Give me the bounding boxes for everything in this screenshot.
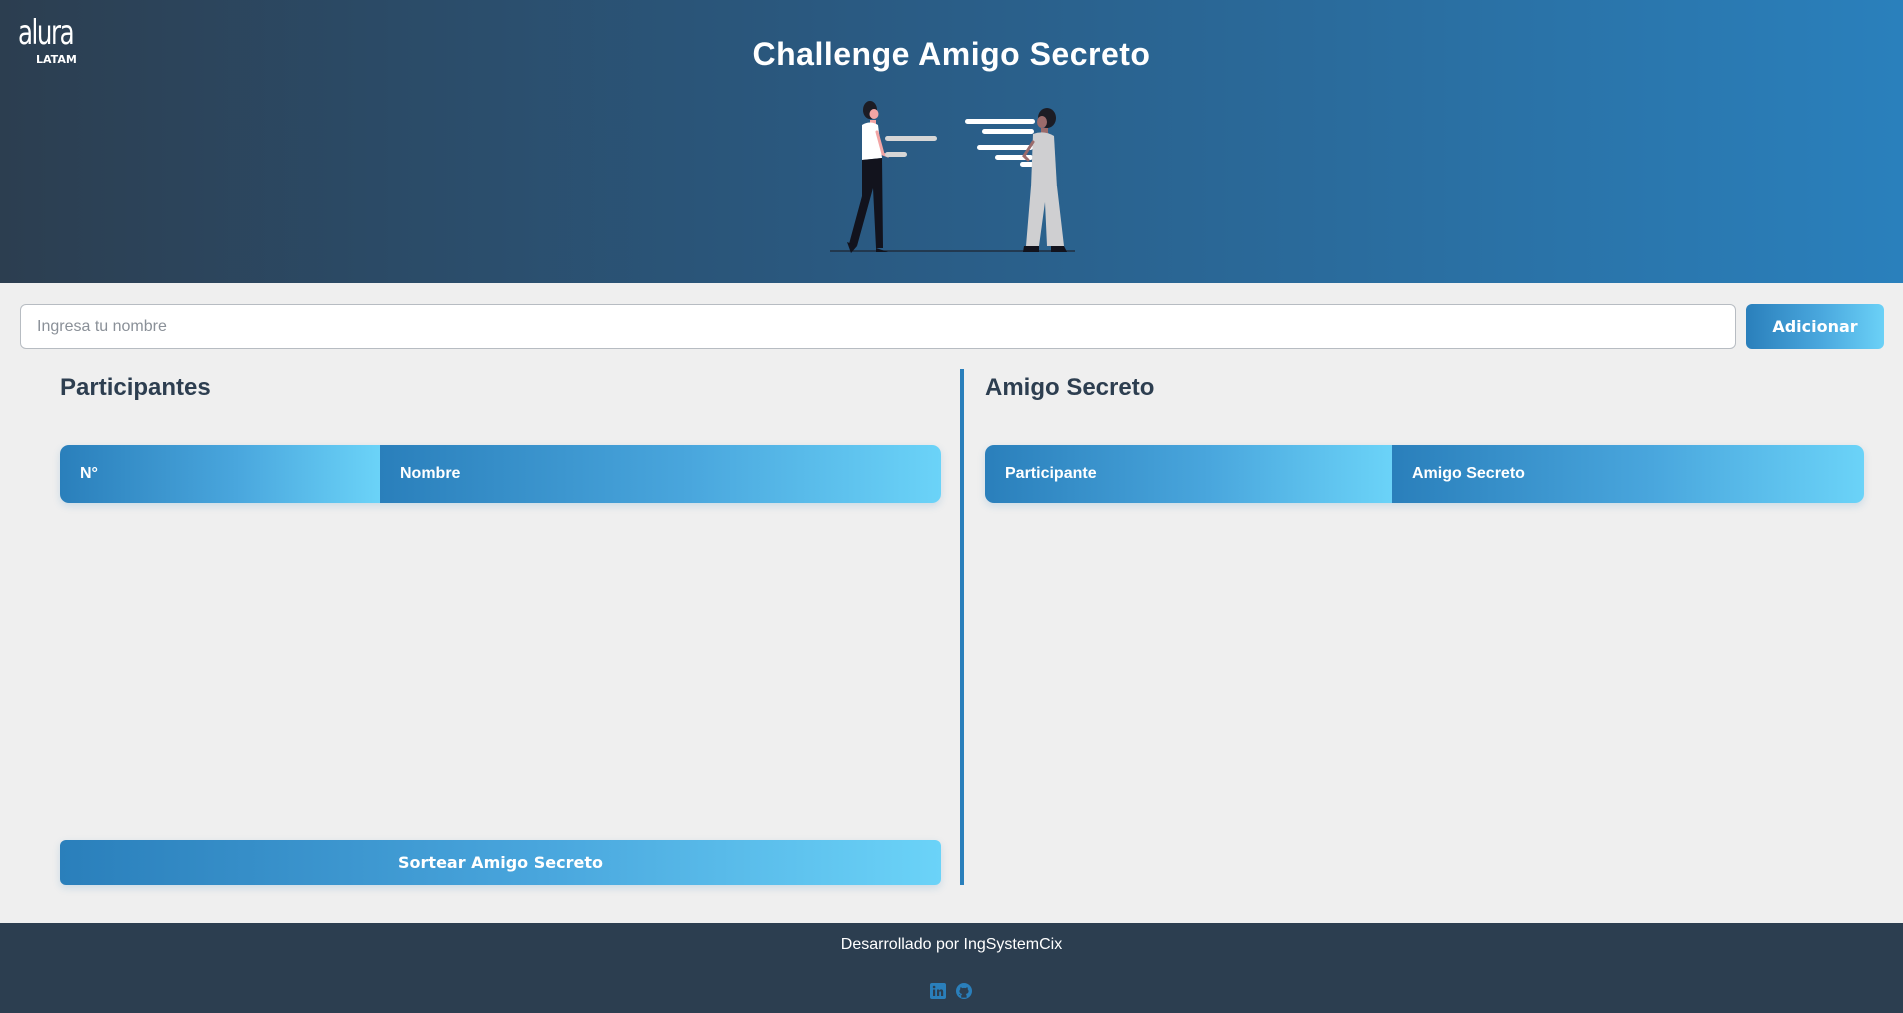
participants-table-header: N° Nombre	[60, 445, 941, 503]
linkedin-icon[interactable]	[929, 982, 947, 1000]
footer-social-links	[929, 982, 973, 1000]
add-button[interactable]: Adicionar	[1746, 304, 1884, 349]
name-input[interactable]	[20, 304, 1736, 349]
column-header-participant: Participante	[985, 445, 1392, 503]
column-header-name: Nombre	[380, 445, 941, 503]
footer-credit: Desarrollado por IngSystemCix	[840, 936, 1063, 953]
friends-illustration	[830, 101, 1075, 253]
draw-secret-friend-button[interactable]: Sortear Amigo Secreto	[60, 840, 941, 885]
column-header-number: N°	[60, 445, 380, 503]
github-icon[interactable]	[955, 982, 973, 1000]
header: alura LATAM Challenge Amigo Secreto	[0, 0, 1903, 283]
panel-divider	[960, 369, 964, 885]
participants-title: Participantes	[60, 374, 211, 401]
column-header-secret-friend: Amigo Secreto	[1392, 445, 1864, 503]
secret-friend-table-header: Participante Amigo Secreto	[985, 445, 1864, 503]
footer: Desarrollado por IngSystemCix	[0, 923, 1903, 1013]
page-title: Challenge Amigo Secreto	[752, 36, 1151, 72]
secret-friend-title: Amigo Secreto	[985, 374, 1155, 401]
